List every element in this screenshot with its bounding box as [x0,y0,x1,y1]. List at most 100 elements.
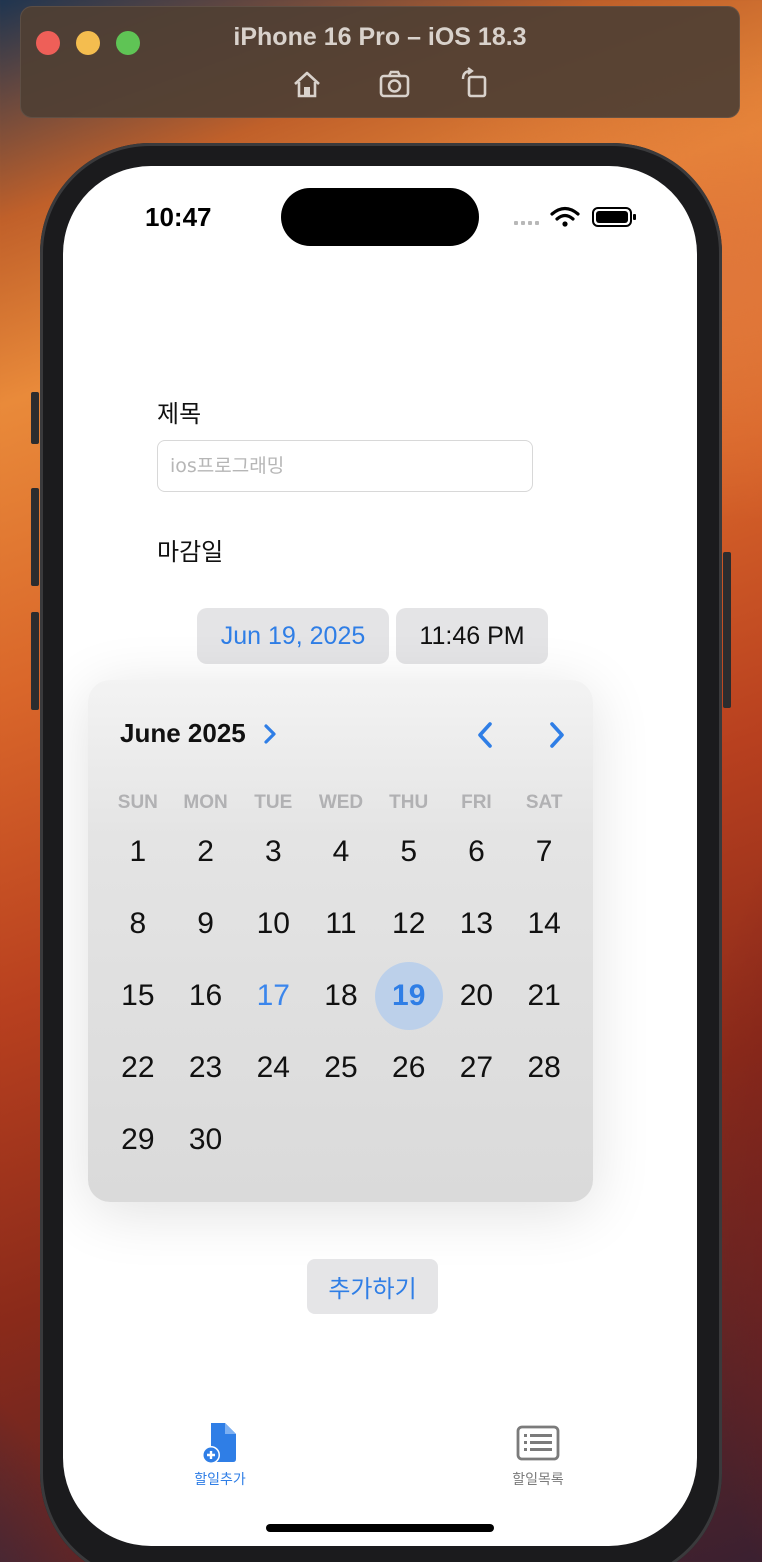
chevron-right-icon[interactable] [262,722,278,746]
calendar-day[interactable]: 20 [443,960,511,1032]
weekday-label: SAT [525,792,563,813]
calendar-day-label: 30 [188,1123,223,1156]
weekday-label: TUE [254,792,293,813]
calendar-day[interactable]: 30 [172,1104,240,1176]
calendar-day-label: 29 [121,1123,155,1156]
calendar-day-label: 24 [256,1051,290,1084]
weekday-label: WED [318,792,364,813]
calendar-day-label: 1 [129,835,147,868]
calendar-day[interactable]: 28 [510,1032,578,1104]
status-time: 10:47 [145,202,212,232]
calendar-day[interactable]: 27 [443,1032,511,1104]
calendar-day[interactable]: 17 [239,960,307,1032]
calendar-day-label: 2 [197,835,214,868]
time-value: 11:46 PM [419,621,525,650]
calendar-day-label: 7 [535,835,553,868]
calendar-day[interactable]: 22 [104,1032,172,1104]
calendar-day[interactable]: 10 [239,888,307,960]
calendar-day[interactable]: 4 [307,816,375,888]
date-value: Jun 19, 2025 [220,621,366,650]
calendar-day-label: 16 [188,979,223,1012]
calendar-day-label: 21 [527,979,561,1012]
status-icons [514,206,636,227]
calendar-day-label: 28 [527,1051,561,1084]
calendar-day-label: 15 [121,979,155,1012]
calendar-day[interactable]: 2 [172,816,240,888]
calendar-day[interactable]: 8 [104,888,172,960]
title-input[interactable] [157,440,533,492]
calendar-day[interactable]: 26 [375,1032,443,1104]
calendar-day[interactable]: 5 [375,816,443,888]
window-title: iPhone 16 Pro – iOS 18.3 [233,23,527,51]
calendar-day-label: 9 [197,907,214,940]
calendar-day[interactable]: 18 [307,960,375,1032]
weekday-label: THU [389,792,429,813]
simulator-toolbar: iPhone 16 Pro – iOS 18.3 [20,6,740,118]
home-icon[interactable] [289,67,325,101]
tab-label: 할일추가 [194,1472,246,1488]
tab-add-todo[interactable]: 할일추가 [165,1421,275,1491]
calendar-day-label: 25 [324,1051,358,1084]
calendar-day-label: 14 [527,907,561,940]
calendar-day-label: 12 [392,907,426,940]
calendar-day[interactable]: 9 [172,888,240,960]
calendar-day[interactable]: 19 [375,960,443,1032]
calendar-day-label: 13 [459,907,494,940]
calendar-day-label: 19 [392,979,426,1012]
home-indicator [266,1524,494,1532]
calendar-day-label: 18 [324,979,358,1012]
previous-month-button[interactable] [474,720,496,750]
calendar-day[interactable]: 6 [443,816,511,888]
calendar-day[interactable]: 25 [307,1032,375,1104]
mute-switch [31,392,39,444]
day-grid: 1 2 3 4 5 6 7 8 9 10 11 12 13 14 15 16 17 18 19 20 21 22 23 24 2… [104,816,578,1176]
calendar-day-label: 17 [256,979,290,1012]
weekday-header: SUN MON TUE WED THU FRI SAT [104,792,578,814]
calendar-day-label: 3 [264,835,282,868]
calendar-day[interactable]: 14 [510,888,578,960]
tab-todo-list[interactable]: 할일목록 [483,1421,593,1491]
list-icon [516,1425,560,1461]
calendar-day[interactable]: 3 [239,816,307,888]
calendar-day-label: 5 [400,835,418,868]
weekday-label: MON [183,792,228,813]
month-year-button[interactable]: June 2025 [120,718,246,749]
volume-up-button [31,488,39,586]
add-document-icon [202,1423,236,1464]
title-label: 제목 [157,400,202,428]
calendar-day[interactable]: 29 [104,1104,172,1176]
date-picker-button[interactable]: Jun 19, 2025 [197,608,389,664]
calendar-day-label: 27 [459,1051,494,1084]
wifi-icon [550,206,580,221]
calendar-day-label: 23 [188,1051,223,1084]
device-screen: 10:47 제목 마감일 Jun 19, 2025 11:46 PM June … [63,166,697,1546]
calendar-popover: June 2025 SUN MON TUE WED THU FRI SAT 12345678… [88,680,593,1202]
calendar-day[interactable]: 13 [443,888,511,960]
tab-label: 할일목록 [512,1472,564,1488]
calendar-day[interactable]: 12 [375,888,443,960]
rotate-icon[interactable] [457,67,493,101]
calendar-day[interactable]: 16 [172,960,240,1032]
calendar-day[interactable]: 7 [510,816,578,888]
next-month-button[interactable] [546,720,568,750]
calendar-day-label: 26 [392,1051,426,1084]
calendar-day-label: 11 [325,907,357,940]
calendar-day[interactable]: 15 [104,960,172,1032]
calendar-day-label: 10 [256,907,290,940]
calendar-day-label: 4 [332,835,350,868]
calendar-day[interactable]: 23 [172,1032,240,1104]
battery-icon [592,207,636,227]
calendar-day[interactable]: 11 [307,888,375,960]
deadline-label: 마감일 [157,538,224,566]
time-picker-button[interactable]: 11:46 PM [396,608,548,664]
screenshot-icon[interactable] [377,67,413,101]
signal-icon [514,221,539,225]
calendar-day[interactable]: 1 [104,816,172,888]
add-todo-button[interactable]: 추가하기 [307,1259,438,1314]
power-button [723,552,731,708]
calendar-day[interactable]: 21 [510,960,578,1032]
calendar-day[interactable]: 24 [239,1032,307,1104]
dynamic-island [281,188,479,246]
calendar-day-label: 20 [459,979,494,1012]
calendar-day-label: 8 [129,907,147,940]
